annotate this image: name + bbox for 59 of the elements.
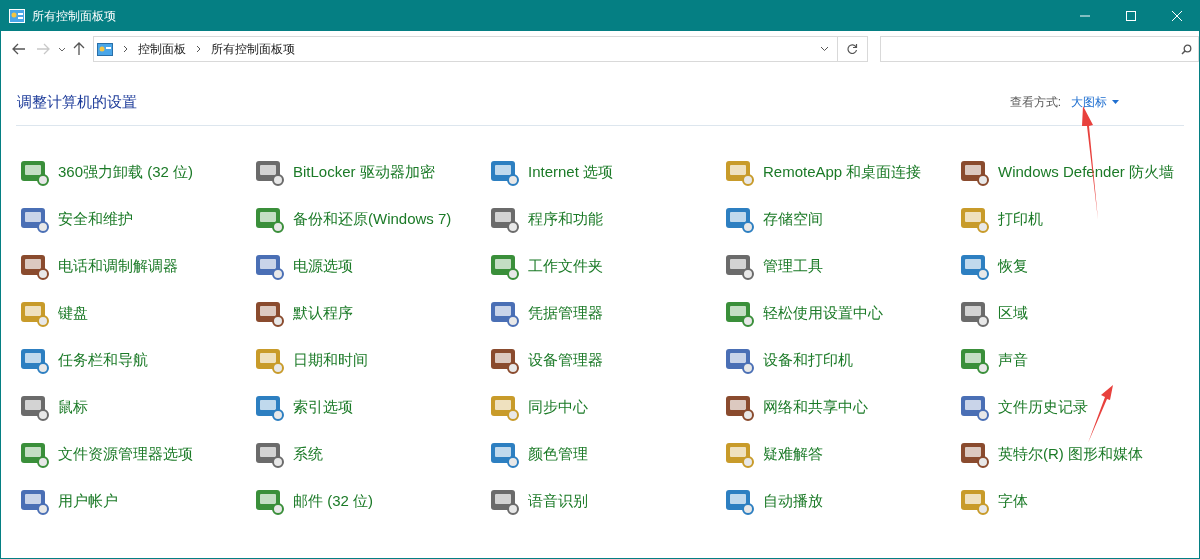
control-panel-link[interactable]: 邮件 (32 位)	[253, 477, 488, 524]
control-panel-link[interactable]: 同步中心	[488, 383, 723, 430]
maximize-icon	[1126, 10, 1136, 21]
control-panel-link[interactable]: 恢复	[958, 242, 1198, 289]
control-panel-link[interactable]: 字体	[958, 477, 1198, 524]
control-panel-link[interactable]: 工作文件夹	[488, 242, 723, 289]
control-panel-link[interactable]: 索引选项	[253, 383, 488, 430]
control-panel-link[interactable]: 文件资源管理器选项	[18, 430, 253, 477]
control-panel-link[interactable]: Windows Defender 防火墙	[958, 148, 1198, 195]
control-panel-link[interactable]: 备份和还原(Windows 7)	[253, 195, 488, 242]
chevron-icon	[196, 45, 202, 53]
refresh-button[interactable]	[838, 36, 868, 62]
control-panel-icon	[97, 42, 114, 56]
control-panel-link[interactable]: 任务栏和导航	[18, 336, 253, 383]
chevron-icon	[123, 45, 129, 53]
close-icon	[1172, 10, 1182, 21]
window-title: 所有控制面板项	[32, 7, 116, 25]
control-panel-link[interactable]: 系统	[253, 430, 488, 477]
control-panel-link[interactable]: Internet 选项	[488, 148, 723, 195]
control-panel-link[interactable]: 键盘	[18, 289, 253, 336]
control-panel-link[interactable]: 安全和维护	[18, 195, 253, 242]
control-panel-link[interactable]: 凭据管理器	[488, 289, 723, 336]
control-panel-link[interactable]: 默认程序	[253, 289, 488, 336]
control-panel-link[interactable]: 自动播放	[723, 477, 958, 524]
control-panel-link[interactable]: 管理工具	[723, 242, 958, 289]
breadcrumb[interactable]: 控制面板	[138, 40, 187, 58]
control-panel-link[interactable]: 存储空间	[723, 195, 958, 242]
control-panel-link[interactable]: 语音识别	[488, 477, 723, 524]
control-panel-link[interactable]: 设备管理器	[488, 336, 723, 383]
refresh-icon	[847, 43, 859, 55]
control-panel-link[interactable]: 打印机	[958, 195, 1198, 242]
control-panel-link[interactable]: 程序和功能	[488, 195, 723, 242]
control-panel-link[interactable]: RemoteApp 和桌面连接	[723, 148, 958, 195]
control-panel-link[interactable]: 电话和调制解调器	[18, 242, 253, 289]
control-panel-link[interactable]: 轻松使用设置中心	[723, 289, 958, 336]
address-bar[interactable]: 控制面板 所有控制面板项	[93, 36, 839, 62]
view-label: 查看方式:	[1009, 94, 1061, 111]
control-panel-link[interactable]: 用户帐户	[18, 477, 253, 524]
page-heading: 调整计算机的设置	[17, 91, 137, 112]
search-icon	[1181, 43, 1192, 55]
caret-icon	[1112, 100, 1119, 104]
control-panel-link[interactable]: 设备和打印机	[723, 336, 958, 383]
control-panel-link[interactable]: 颜色管理	[488, 430, 723, 477]
breadcrumb[interactable]: 所有控制面板项	[211, 40, 296, 58]
control-panel-link[interactable]: 文件历史记录	[958, 383, 1198, 430]
view-dropdown[interactable]: 大图标	[1071, 93, 1119, 111]
control-panel-icon	[9, 8, 25, 23]
control-panel-link[interactable]: 电源选项	[253, 242, 488, 289]
control-panel-link[interactable]: 日期和时间	[253, 336, 488, 383]
control-panel-link[interactable]: 360强力卸载 (32 位)	[18, 148, 253, 195]
control-panel-link[interactable]: 英特尔(R) 图形和媒体	[958, 430, 1198, 477]
control-panel-link[interactable]: 区域	[958, 289, 1198, 336]
control-panel-link[interactable]: BitLocker 驱动器加密	[253, 148, 488, 195]
chevron-down-icon	[819, 46, 829, 52]
control-panel-link[interactable]: 鼠标	[18, 383, 253, 430]
control-panel-link[interactable]: 声音	[958, 336, 1198, 383]
control-panel-link[interactable]: 网络和共享中心	[723, 383, 958, 430]
search-field[interactable]	[879, 36, 1199, 62]
control-panel-link[interactable]: 疑难解答	[723, 430, 958, 477]
